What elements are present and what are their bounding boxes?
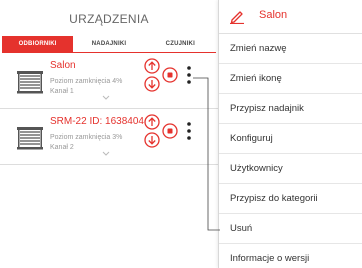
row-divider [0, 108, 218, 109]
arrow-down-icon[interactable] [144, 76, 160, 92]
device-row[interactable]: Salon Poziom zamknięcia 4% Kanał 1 [0, 54, 218, 108]
menu-item-configure[interactable]: Konfiguruj [219, 124, 362, 154]
device-tabs: ODBIORNIKI NADAJNIKI CZUJNIKI [2, 36, 216, 52]
arrow-down-icon[interactable] [144, 132, 160, 148]
context-menu: Salon Zmień nazwę Zmień ikonę Przypisz n… [218, 0, 362, 268]
menu-item-users[interactable]: Użytkownicy [219, 154, 362, 184]
blind-icon [17, 71, 43, 94]
menu-item-rename[interactable]: Zmień nazwę [219, 34, 362, 64]
device-status: Poziom zamknięcia 3% [50, 134, 123, 141]
device-name: SRM-22 ID: 1638404 [50, 116, 144, 127]
device-channel: Kanał 2 [50, 144, 74, 151]
menu-item-change-icon[interactable]: Zmień ikonę [219, 64, 362, 94]
menu-item-assign-category[interactable]: Przypisz do kategorii [219, 184, 362, 214]
chevron-down-icon[interactable] [102, 151, 110, 157]
menu-title: Salon [259, 9, 288, 21]
menu-header: Salon [219, 0, 362, 34]
stop-icon[interactable] [162, 123, 178, 139]
more-vertical-icon[interactable] [185, 64, 193, 86]
device-status: Poziom zamknięcia 4% [50, 78, 123, 85]
tab-transmitters[interactable]: NADAJNIKI [73, 36, 144, 52]
arrow-up-icon[interactable] [144, 114, 160, 130]
more-vertical-icon[interactable] [185, 120, 193, 142]
stop-icon[interactable] [162, 67, 178, 83]
device-name: Salon [50, 60, 76, 71]
menu-item-delete[interactable]: Usuń [219, 214, 362, 244]
devices-panel: URZĄDZENIA ODBIORNIKI NADAJNIKI CZUJNIKI… [0, 0, 218, 268]
device-channel: Kanał 1 [50, 88, 74, 95]
pencil-icon [230, 11, 244, 24]
menu-item-assign-transmitter[interactable]: Przypisz nadajnik [219, 94, 362, 124]
page-title: URZĄDZENIA [69, 12, 149, 26]
tab-sensors[interactable]: CZUJNIKI [145, 36, 216, 52]
tab-receivers[interactable]: ODBIORNIKI [2, 36, 74, 52]
menu-item-version-info[interactable]: Informacje o wersji [219, 244, 362, 268]
arrow-up-icon[interactable] [144, 58, 160, 74]
device-row[interactable]: SRM-22 ID: 1638404 Poziom zamknięcia 3% … [0, 110, 218, 164]
chevron-down-icon[interactable] [102, 95, 110, 101]
row-divider [0, 164, 218, 165]
tab-underline [2, 52, 216, 53]
blind-icon [17, 127, 43, 150]
